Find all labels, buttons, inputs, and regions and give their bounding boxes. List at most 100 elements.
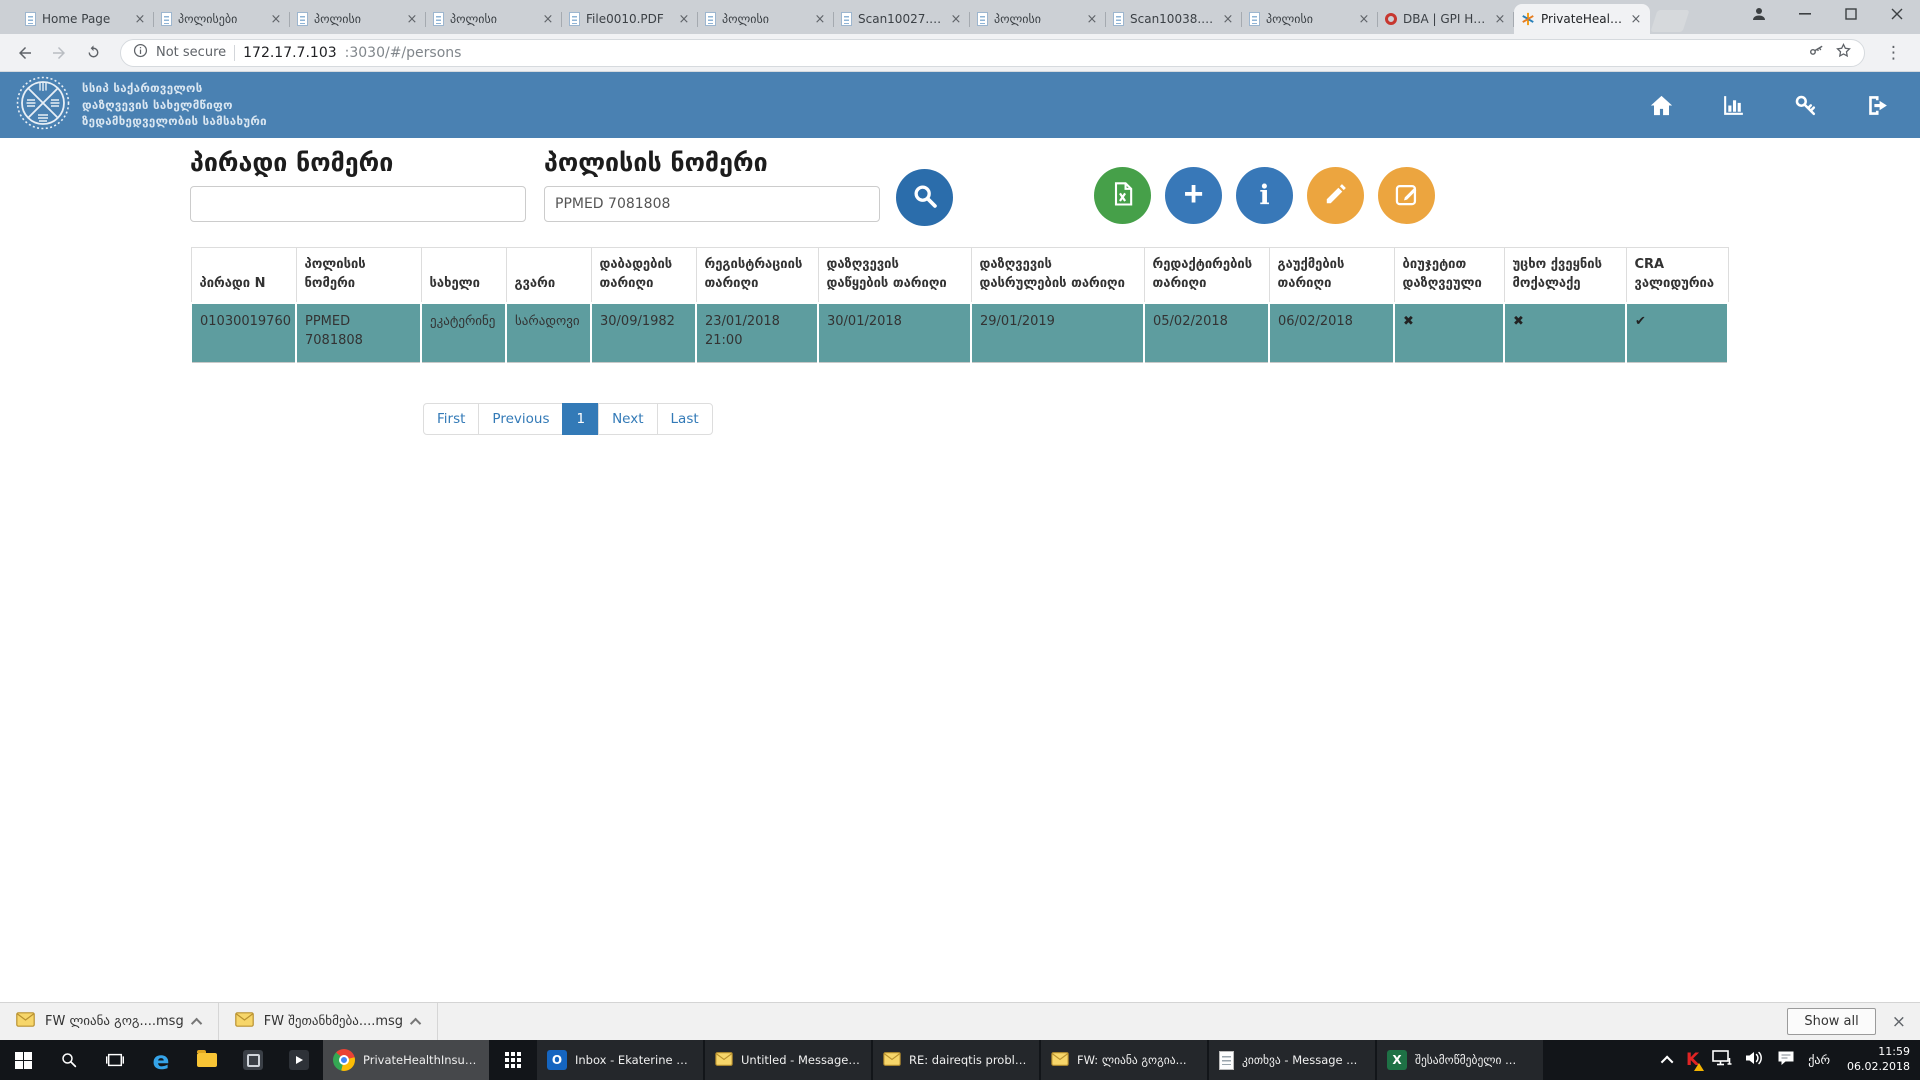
key-icon[interactable] [1792,92,1818,118]
close-window-button[interactable] [1874,0,1920,28]
address-bar[interactable]: Not secure 172.17.7.103 :3030/#/persons [120,39,1865,67]
browser-menu-icon[interactable]: ⋮ [1877,43,1910,63]
profile-icon[interactable] [1736,0,1782,28]
tab-polisi-5[interactable]: პოლისი × [1242,4,1378,34]
taskbar-message-3[interactable]: FW: ლიანა გოგია... [1041,1040,1207,1080]
taskbar-search-icon[interactable] [46,1040,92,1080]
cell-budget-insured-cross-icon[interactable]: ✖ [1394,303,1504,363]
maximize-button[interactable] [1828,0,1874,28]
pagination-previous[interactable]: Previous [478,403,563,435]
network-icon[interactable] [1712,1050,1732,1070]
taskbar-clock[interactable]: 11:59 06.02.2018 [1847,1045,1910,1075]
download-item-1[interactable]: FW ლიანა გოგ....msg [0,1003,219,1040]
tab-close-icon[interactable]: × [1221,12,1235,27]
back-icon[interactable] [10,38,40,68]
home-icon[interactable] [1648,92,1674,118]
media-player-icon[interactable] [276,1040,322,1080]
tab-private-health-active[interactable]: PrivateHealthIn × [1514,4,1650,34]
info-icon[interactable] [133,43,148,62]
taskbar-message-4[interactable]: კითხვა - Message ... [1209,1040,1375,1080]
policy-number-input[interactable] [544,186,880,222]
cell-cancel-date[interactable]: 06/02/2018 [1269,303,1394,363]
pagination-first[interactable]: First [423,403,479,435]
add-button[interactable]: + [1165,167,1222,224]
cell-edit-date[interactable]: 05/02/2018 [1144,303,1269,363]
export-excel-button[interactable] [1094,167,1151,224]
chevron-up-icon[interactable] [191,1017,202,1028]
cell-last-name[interactable]: სარადოვი [506,303,591,363]
taskbar-outlook-app[interactable]: O Inbox - Ekaterine O... [537,1040,703,1080]
pagination-next[interactable]: Next [598,403,657,435]
keyboard-language-indicator[interactable]: ქარ [1808,1053,1830,1067]
tab-polisi-1[interactable]: პოლისი × [290,4,426,34]
tab-home-page[interactable]: Home Page × [18,4,154,34]
tab-close-icon[interactable]: × [133,12,147,27]
cell-registration-date[interactable]: 23/01/2018 21:00 [696,303,818,363]
tab-polisebi[interactable]: პოლისები × [154,4,290,34]
edit-form-button[interactable] [1378,167,1435,224]
tab-close-icon[interactable]: × [1357,12,1371,27]
tab-polisi-3[interactable]: პოლისი × [698,4,834,34]
tab-close-icon[interactable]: × [1085,12,1099,27]
forward-icon[interactable] [44,38,74,68]
cell-foreign-citizen-cross-icon[interactable]: ✖ [1504,303,1626,363]
sign-out-icon[interactable] [1864,92,1890,118]
tab-polisi-2[interactable]: პოლისი × [426,4,562,34]
tab-close-icon[interactable]: × [1629,12,1643,27]
search-button[interactable] [896,169,953,226]
kaspersky-icon[interactable]: K [1686,1052,1699,1069]
edge-icon[interactable]: e [138,1040,184,1080]
refresh-icon[interactable] [78,38,108,68]
table-row-selected[interactable]: 01030019760 PPMED 7081808 ეკატერინე სარა… [191,303,1728,363]
taskbar-excel-app[interactable]: X შესამოწმებელი ... [1377,1040,1543,1080]
tab-scan10027[interactable]: Scan10027.JPG × [834,4,970,34]
cell-birth-date[interactable]: 30/09/1982 [591,303,696,363]
cell-first-name[interactable]: ეკატერინე [421,303,506,363]
apps-grid-icon[interactable] [490,1040,536,1080]
info-button[interactable]: i [1236,167,1293,224]
col-cancel-date: გაუქმების თარიღი [1269,248,1394,303]
url-path: :3030/#/persons [345,45,462,61]
download-item-2[interactable]: FW შეთანხმება....msg [219,1003,438,1040]
tray-chevron-up-icon[interactable] [1661,1055,1674,1068]
tab-close-icon[interactable]: × [541,12,555,27]
file-explorer-icon[interactable] [184,1040,230,1080]
personal-number-input[interactable] [190,186,526,222]
app-icon-generic[interactable] [230,1040,276,1080]
cell-policy-number[interactable]: PPMED 7081808 [296,303,421,363]
pagination-last[interactable]: Last [657,403,713,435]
cell-insurance-end-date[interactable]: 29/01/2019 [971,303,1144,363]
tab-close-icon[interactable]: × [949,12,963,27]
minimize-button[interactable] [1782,0,1828,28]
close-downloads-icon[interactable]: × [1892,1012,1906,1032]
cell-cra-valid-check-icon[interactable]: ✔ [1626,303,1728,363]
tab-file0010-pdf[interactable]: File0010.PDF × [562,4,698,34]
new-tab-button[interactable] [1650,10,1689,32]
taskbar-chrome-app[interactable]: PrivateHealthInsura... [323,1040,489,1080]
tab-close-icon[interactable]: × [269,12,283,27]
task-view-icon[interactable] [92,1040,138,1080]
tab-close-icon[interactable]: × [813,12,827,27]
tab-close-icon[interactable]: × [677,12,691,27]
cell-insurance-start-date[interactable]: 30/01/2018 [818,303,971,363]
notifications-icon[interactable] [1777,1050,1795,1070]
tab-dba-gpi[interactable]: DBA | GPI Hold × [1378,4,1514,34]
bar-chart-icon[interactable] [1720,92,1746,118]
tab-close-icon[interactable]: × [1493,12,1507,27]
tab-polisi-4[interactable]: პოლისი × [970,4,1106,34]
taskbar-message-2[interactable]: RE: daireqtis proble... [873,1040,1039,1080]
start-button[interactable] [0,1040,46,1080]
excel-file-icon [1109,180,1137,211]
chevron-up-icon[interactable] [410,1017,421,1028]
tab-scan10038[interactable]: Scan10038.JPG × [1106,4,1242,34]
saved-password-key-icon[interactable] [1808,42,1825,63]
show-all-button[interactable]: Show all [1787,1008,1875,1035]
edit-button[interactable] [1307,167,1364,224]
volume-icon[interactable] [1745,1050,1764,1070]
asterisk-favicon [1521,12,1535,26]
cell-personal-n[interactable]: 01030019760 [191,303,296,363]
bookmark-star-icon[interactable] [1835,42,1852,63]
tab-close-icon[interactable]: × [405,12,419,27]
taskbar-message-1[interactable]: Untitled - Message ... [705,1040,871,1080]
pagination-page-1[interactable]: 1 [562,403,599,435]
